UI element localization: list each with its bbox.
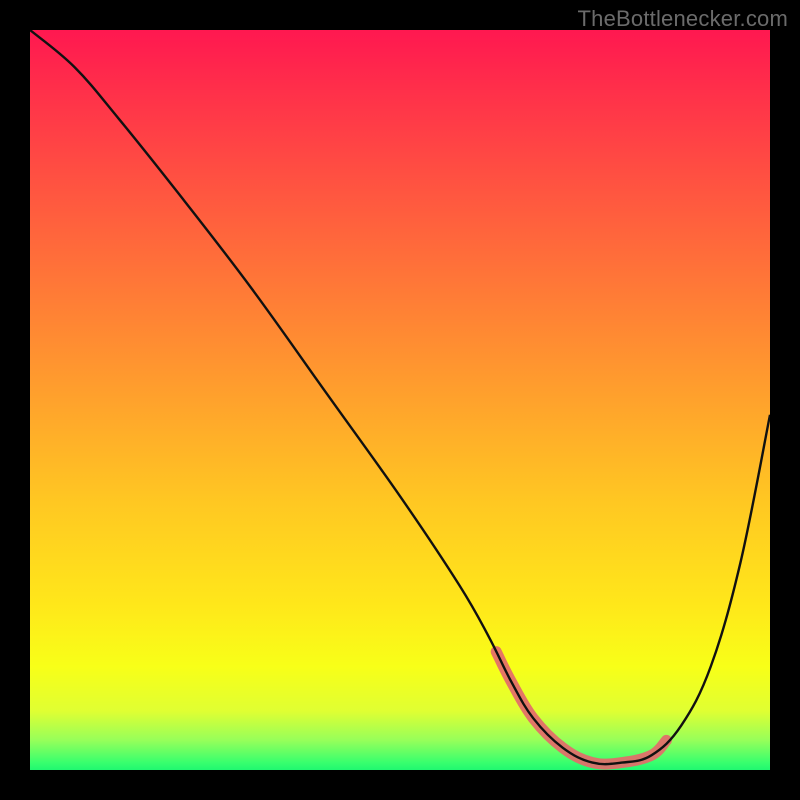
chart-frame: TheBottlenecker.com [0, 0, 800, 800]
bottleneck-curve [30, 30, 770, 764]
chart-svg [30, 30, 770, 770]
curve-highlight [496, 652, 666, 765]
plot-area [30, 30, 770, 770]
attribution-text: TheBottlenecker.com [578, 6, 788, 32]
